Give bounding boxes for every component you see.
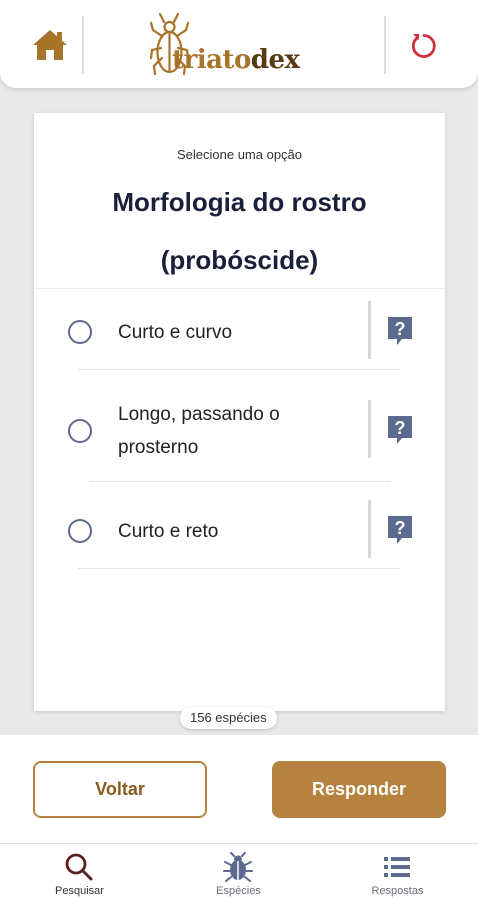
nav-label-species: Espécies	[216, 885, 261, 897]
svg-text:?: ?	[395, 418, 406, 438]
help-button[interactable]: ?	[386, 514, 414, 546]
option-divider	[368, 500, 371, 558]
option-longo-passando-prosterno[interactable]: Longo, passando o prosterno ?	[34, 400, 445, 480]
help-button[interactable]: ?	[386, 315, 414, 347]
header-divider-left	[82, 16, 84, 74]
question-title-line1: Morfologia do rostro	[112, 187, 367, 217]
home-button[interactable]	[30, 26, 70, 66]
option-curto-e-curvo[interactable]: Curto e curvo ?	[34, 301, 445, 373]
svg-text:?: ?	[395, 518, 406, 538]
header-divider-right	[384, 16, 386, 74]
option-separator	[78, 369, 400, 370]
app-logo: triatodex	[150, 12, 320, 78]
option-label: Longo, passando o prosterno	[118, 398, 368, 464]
radio-button[interactable]	[68, 519, 92, 543]
logo-text-part1: triato	[172, 45, 251, 75]
option-label-line1: Longo, passando o	[118, 404, 280, 425]
help-button[interactable]: ?	[386, 414, 414, 446]
radio-button[interactable]	[68, 419, 92, 443]
refresh-icon	[411, 34, 436, 58]
species-count-badge: 156 espécies	[180, 707, 277, 729]
nav-label-answers: Respostas	[371, 885, 424, 897]
logo-wordmark: triatodex	[172, 46, 300, 74]
option-curto-e-reto[interactable]: Curto e reto ?	[34, 500, 445, 572]
nav-item-search[interactable]: Pesquisar	[0, 844, 159, 900]
question-title-line2: (probóscide)	[160, 245, 319, 275]
option-label: Curto e reto	[118, 515, 368, 548]
question-title: Morfologia do rostro (probóscide)	[34, 173, 445, 289]
radio-button[interactable]	[68, 320, 92, 344]
help-icon: ?	[388, 416, 412, 444]
action-bar: Voltar Responder	[0, 735, 478, 843]
option-separator	[78, 568, 400, 569]
list-icon	[384, 857, 410, 877]
app-header: triatodex	[0, 0, 478, 88]
svg-text:?: ?	[395, 319, 406, 339]
card-divider	[34, 288, 445, 289]
refresh-button[interactable]	[404, 26, 444, 66]
help-icon: ?	[388, 317, 412, 345]
search-icon	[65, 853, 93, 881]
back-button[interactable]: Voltar	[33, 761, 207, 818]
question-subtitle: Selecione uma opção	[176, 147, 303, 162]
logo-text-part2: dex	[250, 45, 300, 75]
bug-icon	[223, 852, 253, 882]
option-label-line2: prosterno	[118, 437, 199, 458]
option-divider	[368, 400, 371, 458]
option-label: Curto e curvo	[118, 316, 368, 349]
option-separator	[90, 481, 390, 482]
question-card: Selecione uma opção Morfologia do rostro…	[34, 113, 445, 711]
nav-item-answers[interactable]: Respostas	[318, 844, 477, 900]
answer-button[interactable]: Responder	[272, 761, 446, 818]
nav-item-species[interactable]: Espécies	[159, 844, 318, 900]
bottom-navigation: Pesquisar Espécies Respostas	[0, 843, 478, 900]
nav-label-search: Pesquisar	[55, 885, 104, 897]
option-label-line1: Curto e curvo	[118, 322, 233, 343]
option-divider	[368, 301, 371, 359]
help-icon: ?	[388, 516, 412, 544]
option-label-line1: Curto e reto	[118, 521, 219, 542]
home-icon	[33, 30, 67, 60]
